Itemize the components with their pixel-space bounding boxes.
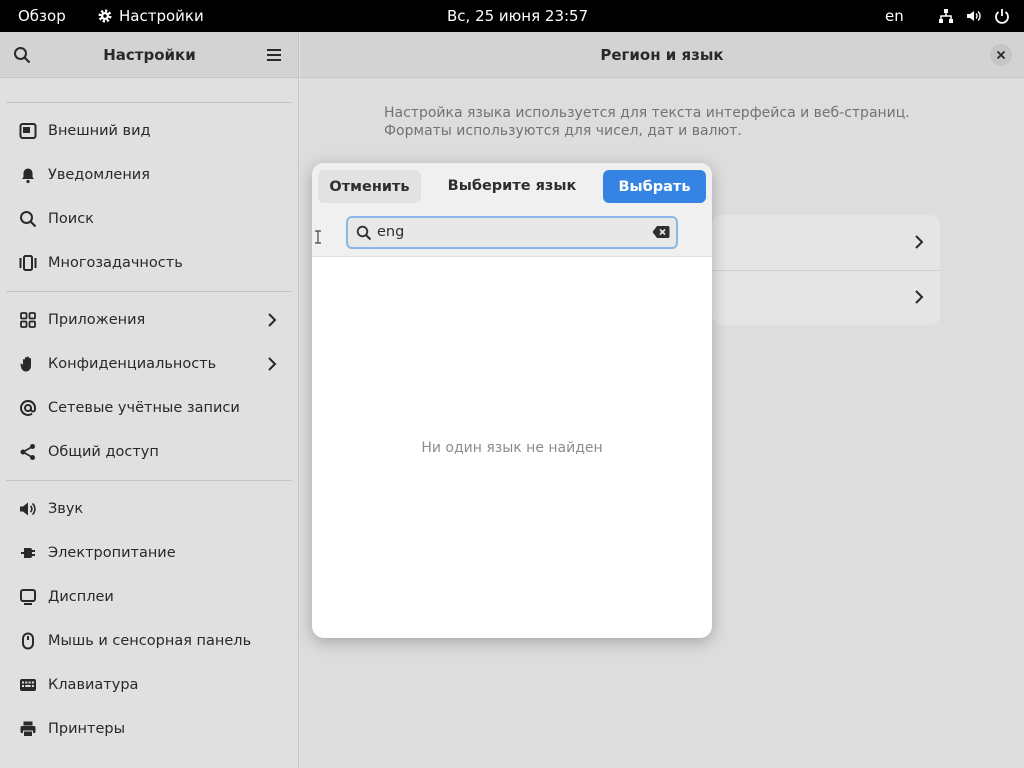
app-name-label: Настройки xyxy=(119,7,204,25)
search-icon xyxy=(356,225,372,241)
select-button[interactable]: Выбрать xyxy=(603,170,706,203)
text-cursor-icon xyxy=(315,230,321,244)
keyboard-layout-indicator[interactable]: en xyxy=(885,0,904,32)
activities-button[interactable]: Обзор xyxy=(18,0,66,32)
dialog-search-bar: eng xyxy=(312,210,712,257)
clear-search-icon[interactable] xyxy=(652,225,670,239)
app-menu-button[interactable]: Настройки xyxy=(97,0,204,32)
gear-icon xyxy=(98,9,112,23)
language-chooser-dialog: Отменить Выберите язык Выбрать eng Ни од… xyxy=(312,163,712,638)
top-bar: Обзор Настройки Вс, 25 июня 23:57 en xyxy=(0,0,1024,32)
dialog-header: Отменить Выберите язык Выбрать xyxy=(312,163,712,210)
clock-button[interactable]: Вс, 25 июня 23:57 xyxy=(447,0,588,32)
search-input-value: eng xyxy=(377,224,405,240)
empty-results-message: Ни один язык не найден xyxy=(421,440,603,456)
language-search-input[interactable]: eng xyxy=(346,216,678,249)
network-icon xyxy=(939,9,953,23)
volume-icon xyxy=(967,10,981,22)
power-icon xyxy=(995,9,1009,24)
system-menu-button[interactable] xyxy=(938,0,1010,32)
